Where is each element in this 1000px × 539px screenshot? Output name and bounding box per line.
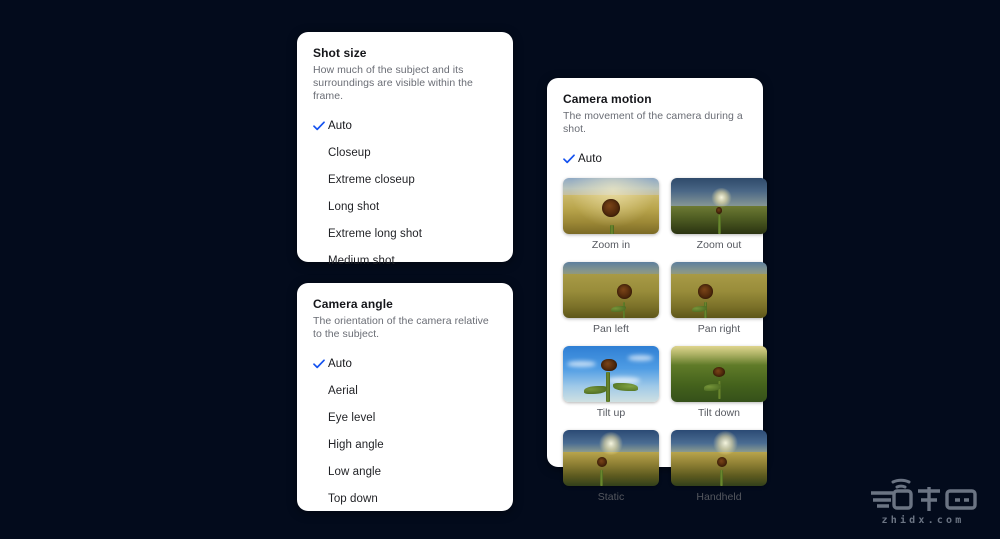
shot-size-option-closeup[interactable]: Closeup (297, 139, 513, 166)
check-icon-placeholder (313, 254, 328, 267)
shot-size-title: Shot size (313, 46, 367, 60)
camera-angle-option-label: Low angle (328, 465, 382, 478)
camera-angle-option-list: Auto Aerial Eye level High angle Low angle To… (297, 350, 513, 512)
camera-angle-option-label: Auto (328, 357, 352, 370)
shot-size-option-extreme-long-shot[interactable]: Extreme long shot (297, 220, 513, 247)
shot-size-option-label: Auto (328, 119, 352, 132)
camera-motion-title: Camera motion (563, 92, 652, 106)
check-icon (313, 357, 328, 370)
shot-size-option-label: Closeup (328, 146, 371, 159)
camera-motion-thumbnail-tilt-up[interactable]: Tilt up (563, 346, 659, 430)
shot-size-option-medium-shot[interactable]: Medium shot (297, 247, 513, 274)
screen-background: Shot size How much of the subject and it… (0, 0, 1000, 539)
camera-motion-thumbnail-grid: Zoom in Zoom out Pan left Pan right Tilt up T… (547, 178, 767, 514)
thumbnail-label: Handheld (696, 491, 742, 503)
camera-motion-thumbnail-zoom-in[interactable]: Zoom in (563, 178, 659, 262)
thumbnail-label: Zoom in (591, 239, 631, 251)
camera-angle-option-auto[interactable]: Auto (297, 350, 513, 377)
camera-angle-option-low-angle[interactable]: Low angle (297, 458, 513, 485)
zhidx-logo-icon (871, 478, 977, 511)
thumbnail-label: Tilt up (596, 407, 626, 419)
shot-size-option-label: Medium shot (328, 254, 395, 267)
shot-size-option-extreme-closeup[interactable]: Extreme closeup (297, 166, 513, 193)
shot-size-header: Shot size How much of the subject and it… (297, 32, 513, 103)
camera-motion-thumbnail-pan-left[interactable]: Pan left (563, 262, 659, 346)
shot-size-description: How much of the subject and its surround… (313, 64, 473, 102)
thumbnail-image (563, 262, 659, 318)
camera-motion-thumbnail-pan-right[interactable]: Pan right (671, 262, 767, 346)
camera-angle-option-top-down[interactable]: Top down (297, 485, 513, 512)
camera-angle-option-aerial[interactable]: Aerial (297, 377, 513, 404)
camera-angle-option-eye-level[interactable]: Eye level (297, 404, 513, 431)
shot-size-option-list: Auto Closeup Extreme closeup Long shot Extre… (297, 112, 513, 274)
camera-motion-description: The movement of the camera during a shot… (563, 110, 743, 135)
thumbnail-label: Pan left (592, 323, 629, 335)
camera-motion-thumbnail-tilt-down[interactable]: Tilt down (671, 346, 767, 430)
camera-motion-panel: Camera motion The movement of the camera… (547, 78, 767, 503)
check-icon-placeholder (313, 173, 328, 186)
thumbnail-label: Zoom out (696, 239, 742, 251)
check-icon (563, 152, 578, 165)
camera-motion-thumbnail-static[interactable]: Static (563, 430, 659, 514)
check-icon-placeholder (313, 411, 328, 424)
thumbnail-image (563, 346, 659, 402)
camera-angle-option-label: Eye level (328, 411, 376, 424)
camera-motion-option-auto[interactable]: Auto (547, 145, 763, 172)
camera-angle-title: Camera angle (313, 297, 393, 311)
shot-size-option-long-shot[interactable]: Long shot (297, 193, 513, 220)
shot-size-option-label: Extreme closeup (328, 173, 415, 186)
thumbnail-image (671, 262, 767, 318)
camera-motion-thumbnail-zoom-out[interactable]: Zoom out (671, 178, 767, 262)
camera-angle-description: The orientation of the camera relative t… (313, 315, 489, 340)
thumbnail-image (671, 178, 767, 234)
check-icon-placeholder (313, 200, 328, 213)
thumbnail-label: Static (597, 491, 625, 503)
shot-size-option-auto[interactable]: Auto (297, 112, 513, 139)
camera-motion-option-label: Auto (578, 152, 602, 165)
zhidx-watermark-text: zhidx.com (881, 514, 965, 526)
check-icon-placeholder (313, 146, 328, 159)
shot-size-option-label: Long shot (328, 200, 380, 213)
thumbnail-image (563, 178, 659, 234)
camera-motion-header: Camera motion The movement of the camera… (547, 78, 763, 136)
thumbnail-label: Pan right (697, 323, 741, 335)
check-icon-placeholder (313, 465, 328, 478)
check-icon-placeholder (313, 227, 328, 240)
check-icon (313, 119, 328, 132)
check-icon-placeholder (313, 384, 328, 397)
thumbnail-image (563, 430, 659, 486)
thumbnail-image (671, 346, 767, 402)
check-icon-placeholder (313, 438, 328, 451)
thumbnail-image (671, 430, 767, 486)
zhidx-watermark: zhidx.com (857, 468, 989, 530)
camera-angle-option-label: Top down (328, 492, 378, 505)
check-icon-placeholder (313, 492, 328, 505)
camera-motion-option-list: Auto (547, 145, 763, 172)
camera-angle-option-high-angle[interactable]: High angle (297, 431, 513, 458)
camera-angle-header: Camera angle The orientation of the came… (297, 283, 513, 341)
camera-angle-option-label: Aerial (328, 384, 358, 397)
thumbnail-label: Tilt down (697, 407, 741, 419)
shot-size-panel: Shot size How much of the subject and it… (297, 32, 513, 267)
camera-angle-option-label: High angle (328, 438, 384, 451)
shot-size-option-label: Extreme long shot (328, 227, 423, 240)
camera-angle-panel: Camera angle The orientation of the came… (297, 283, 513, 511)
camera-motion-thumbnail-handheld[interactable]: Handheld (671, 430, 767, 514)
